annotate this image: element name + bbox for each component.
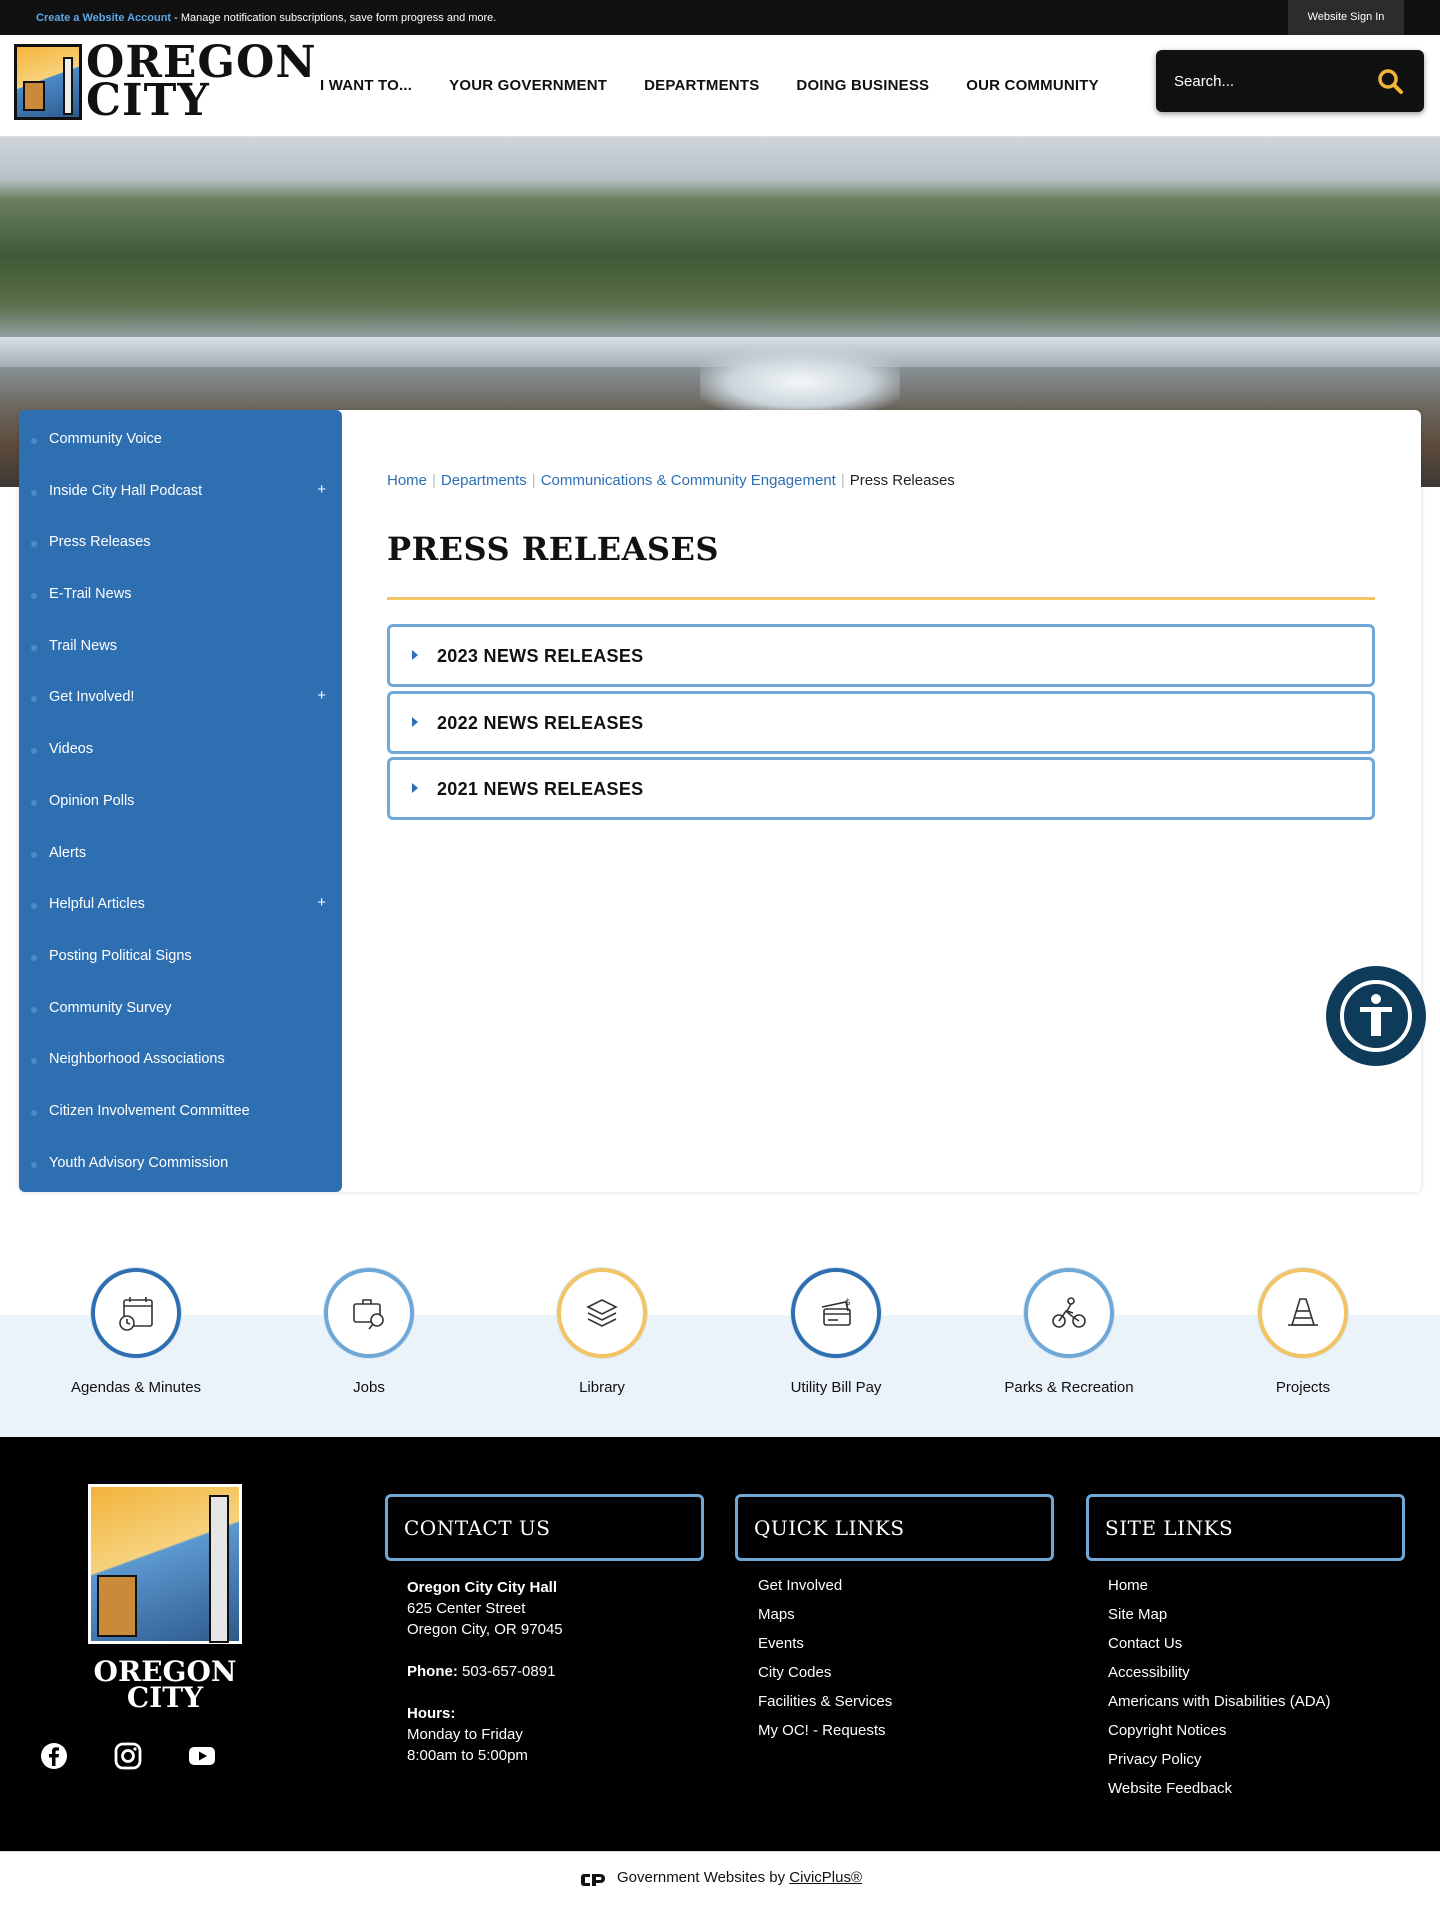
civicplus-icon — [581, 1874, 605, 1886]
footer-link-maps[interactable]: Maps — [758, 1606, 892, 1635]
search-input[interactable] — [1174, 68, 1364, 94]
credit-card-icon: $ — [821, 1298, 851, 1326]
contact-us-heading[interactable]: CONTACT US — [385, 1494, 704, 1561]
book-stack-icon — [586, 1299, 618, 1327]
sidebar-item-community-survey[interactable]: Community Survey — [19, 986, 342, 1038]
youtube-icon[interactable] — [188, 1742, 216, 1770]
accordion-2023-news-releases[interactable]: 2023 NEWS RELEASES — [387, 624, 1375, 687]
account-notice: Create a Website Account - Manage notifi… — [36, 12, 496, 24]
sidebar-item-youth-advisory-commission[interactable]: Youth Advisory Commission — [19, 1141, 342, 1193]
civicplus-link[interactable]: CivicPlus® — [789, 1869, 862, 1886]
footer-link-events[interactable]: Events — [758, 1635, 892, 1664]
footer-link-home[interactable]: Home — [1108, 1577, 1331, 1606]
footer-link-facilities-services[interactable]: Facilities & Services — [758, 1693, 892, 1722]
website-sign-in-button[interactable]: Website Sign In — [1288, 0, 1404, 35]
create-account-text: - Manage notification subscriptions, sav… — [171, 12, 497, 24]
create-account-link[interactable]: Create a Website Account — [36, 12, 171, 24]
contact-info: Oregon City City Hall 625 Center Street … — [407, 1579, 563, 1764]
search-icon[interactable] — [1376, 67, 1404, 95]
nav-departments[interactable]: DEPARTMENTS — [644, 77, 759, 94]
bicycle-icon — [1052, 1297, 1086, 1328]
breadcrumb-current: Press Releases — [849, 472, 955, 489]
breadcrumb-communications[interactable]: Communications & Community Engagement — [541, 472, 836, 489]
nav-doing-business[interactable]: DOING BUSINESS — [796, 77, 929, 94]
nav-your-government[interactable]: YOUR GOVERNMENT — [449, 77, 607, 94]
sidebar-nav: Community Voice Inside City Hall Podcast… — [19, 410, 342, 1192]
page-title: PRESS RELEASES — [387, 530, 720, 568]
quick-link-utility-bill-pay[interactable]: $ Utility Bill Pay — [736, 1268, 936, 1396]
footer-link-copyright-notices[interactable]: Copyright Notices — [1108, 1722, 1331, 1751]
site-header: OREGON CITY I WANT TO... YOUR GOVERNMENT… — [0, 35, 1440, 137]
sidebar-item-community-voice[interactable]: Community Voice — [19, 417, 342, 469]
breadcrumb: Home | Departments | Communications & Commun… — [387, 472, 955, 489]
footer-quick-links: Get Involved Maps Events City Codes Faci… — [758, 1577, 892, 1751]
logo-mark-icon — [14, 44, 82, 120]
quick-links-heading[interactable]: QUICK LINKS — [735, 1494, 1054, 1561]
breadcrumb-departments[interactable]: Departments — [441, 472, 527, 489]
accordion-2022-news-releases[interactable]: 2022 NEWS RELEASES — [387, 691, 1375, 754]
footer-link-my-oc-requests[interactable]: My OC! - Requests — [758, 1722, 892, 1751]
footer-link-ada[interactable]: Americans with Disabilities (ADA) — [1108, 1693, 1331, 1722]
expand-icon[interactable]: + — [317, 481, 326, 498]
calendar-clock-icon — [119, 1297, 153, 1331]
expand-icon[interactable]: + — [317, 894, 326, 911]
main-nav: I WANT TO... YOUR GOVERNMENT DEPARTMENTS… — [320, 77, 1099, 94]
accordion-2021-news-releases[interactable]: 2021 NEWS RELEASES — [387, 757, 1375, 820]
accessibility-button[interactable] — [1326, 966, 1426, 1066]
footer-link-city-codes[interactable]: City Codes — [758, 1664, 892, 1693]
site-footer: OREGON CITY CONTACT US QUICK LINKS SITE … — [0, 1437, 1440, 1851]
sidebar-item-posting-political-signs[interactable]: Posting Political Signs — [19, 934, 342, 986]
caret-right-icon — [412, 717, 418, 727]
quick-link-agendas-minutes[interactable]: Agendas & Minutes — [36, 1268, 236, 1396]
footer-link-accessibility[interactable]: Accessibility — [1108, 1664, 1331, 1693]
title-divider — [387, 597, 1375, 600]
quick-link-projects[interactable]: Projects — [1203, 1268, 1403, 1396]
nav-i-want-to[interactable]: I WANT TO... — [320, 77, 412, 94]
quick-link-library[interactable]: Library — [502, 1268, 702, 1396]
search-box — [1156, 50, 1424, 112]
instagram-icon[interactable] — [114, 1742, 142, 1770]
logo-wordmark: OREGON CITY — [86, 37, 317, 126]
sidebar-item-inside-city-hall-podcast[interactable]: Inside City Hall Podcast + — [19, 469, 342, 521]
facebook-icon[interactable] — [40, 1742, 68, 1770]
sidebar-item-alerts[interactable]: Alerts — [19, 831, 342, 883]
oregon-city-logo[interactable]: OREGON CITY — [14, 41, 316, 123]
sidebar-item-opinion-polls[interactable]: Opinion Polls — [19, 779, 342, 831]
top-bar: Create a Website Account - Manage notifi… — [0, 0, 1440, 35]
svg-text:$: $ — [845, 1298, 851, 1308]
sidebar-item-helpful-articles[interactable]: Helpful Articles + — [19, 882, 342, 934]
accessibility-icon — [1360, 994, 1392, 1036]
breadcrumb-home[interactable]: Home — [387, 472, 427, 489]
footer-logo-icon[interactable] — [88, 1484, 242, 1644]
caret-right-icon — [412, 783, 418, 793]
footer-link-contact-us[interactable]: Contact Us — [1108, 1635, 1331, 1664]
caret-right-icon — [412, 650, 418, 660]
sidebar-item-trail-news[interactable]: Trail News — [19, 624, 342, 676]
footer-link-website-feedback[interactable]: Website Feedback — [1108, 1780, 1331, 1809]
traffic-cone-icon — [1288, 1298, 1318, 1326]
sidebar-item-videos[interactable]: Videos — [19, 727, 342, 779]
powered-by-text: Government Websites by CivicPlus® — [617, 1869, 863, 1886]
nav-our-community[interactable]: OUR COMMUNITY — [966, 77, 1099, 94]
sidebar-item-neighborhood-associations[interactable]: Neighborhood Associations — [19, 1037, 342, 1089]
footer-logo-wordmark: OREGON CITY — [93, 1655, 237, 1714]
sidebar-item-get-involved[interactable]: Get Involved! + — [19, 675, 342, 727]
site-links-heading[interactable]: SITE LINKS — [1086, 1494, 1405, 1561]
footer-link-get-involved[interactable]: Get Involved — [758, 1577, 892, 1606]
briefcase-search-icon — [353, 1299, 384, 1330]
powered-by-bar: Government Websites by CivicPlus® — [0, 1851, 1440, 1927]
footer-site-links: Home Site Map Contact Us Accessibility A… — [1108, 1577, 1331, 1809]
quick-link-jobs[interactable]: Jobs — [269, 1268, 469, 1396]
footer-link-site-map[interactable]: Site Map — [1108, 1606, 1331, 1635]
sidebar-item-press-releases[interactable]: Press Releases — [19, 520, 342, 572]
quick-link-parks-recreation[interactable]: Parks & Recreation — [969, 1268, 1169, 1396]
sidebar-item-e-trail-news[interactable]: E-Trail News — [19, 572, 342, 624]
expand-icon[interactable]: + — [317, 687, 326, 704]
sidebar-item-citizen-involvement-committee[interactable]: Citizen Involvement Committee — [19, 1089, 342, 1141]
footer-link-privacy-policy[interactable]: Privacy Policy — [1108, 1751, 1331, 1780]
